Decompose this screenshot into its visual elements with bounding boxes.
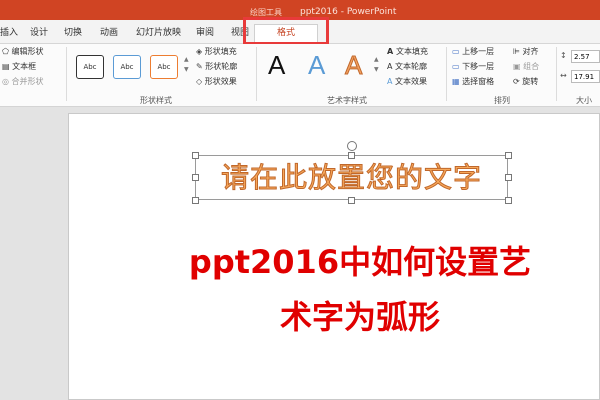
heading-line-1: ppt2016中如何设置艺	[188, 243, 532, 281]
width-icon: ↔	[560, 71, 567, 80]
scroll-down-icon[interactable]: ▼	[374, 66, 379, 73]
width-input[interactable]: 17.91	[571, 70, 600, 83]
bring-forward-button[interactable]: ▭ 上移一层	[452, 46, 494, 57]
arrange-group-label: 排列	[494, 96, 510, 105]
size-group-label: 大小	[576, 96, 592, 105]
text-fill-button[interactable]: A 文本填充	[387, 46, 428, 57]
tab-design[interactable]: 设计	[30, 25, 48, 38]
window-title: ppt2016 - PowerPoint	[300, 7, 397, 17]
text-box-icon: ▤	[2, 62, 13, 71]
resize-handle[interactable]	[505, 197, 512, 204]
text-box-button[interactable]: ▤ 文本框	[2, 61, 36, 72]
wordart-sample-blue[interactable]: A	[308, 50, 325, 81]
rotate-icon: ⟳	[513, 77, 523, 86]
merge-shapes-icon: ◎	[2, 77, 12, 86]
text-fill-icon: A	[387, 47, 396, 56]
scroll-up-icon[interactable]: ▲	[184, 56, 189, 63]
separator	[556, 47, 557, 101]
resize-handle[interactable]	[192, 197, 199, 204]
align-icon: ⊫	[513, 47, 523, 56]
merge-shapes-button[interactable]: ◎ 合并形状	[2, 76, 44, 87]
resize-handle[interactable]	[348, 197, 355, 204]
shape-effects-button[interactable]: ◇ 形状效果	[196, 76, 237, 87]
text-effects-button[interactable]: A 文本效果	[387, 76, 427, 87]
group-button[interactable]: ▣ 组合	[513, 61, 539, 72]
text-outline-button[interactable]: A 文本轮廓	[387, 61, 427, 72]
pencil-icon: ✎	[196, 62, 206, 71]
ribbon: ⬠ 编辑形状 ▤ 文本框 ◎ 合并形状 Abc Abc Abc ▲ ▼ ◈ 形状…	[0, 44, 600, 107]
selection-pane-icon: ▦	[452, 77, 463, 86]
rotate-button[interactable]: ⟳ 旋转	[513, 76, 538, 87]
scroll-up-icon[interactable]: ▲	[374, 56, 379, 63]
rotate-handle[interactable]	[347, 141, 357, 151]
separator	[256, 47, 257, 101]
separator	[66, 47, 67, 101]
effects-icon: ◇	[196, 77, 205, 86]
tab-animations[interactable]: 动画	[100, 25, 118, 38]
separator	[446, 47, 447, 101]
heading-line-2: 术字为弧形	[279, 298, 440, 336]
shape-style-thumb-1[interactable]: Abc	[76, 55, 104, 79]
tab-insert[interactable]: 插入	[0, 25, 18, 38]
text-effects-icon: A	[387, 77, 396, 86]
shape-style-thumb-2[interactable]: Abc	[113, 55, 141, 79]
wordart-placeholder-text[interactable]: 请在此放置您的文字	[195, 156, 508, 196]
align-button[interactable]: ⊫ 对齐	[513, 46, 539, 57]
selection-pane-button[interactable]: ▦ 选择窗格	[452, 76, 494, 87]
scroll-down-icon[interactable]: ▼	[184, 66, 189, 73]
tab-review[interactable]: 审阅	[196, 25, 214, 38]
wordart-styles-group-label: 艺术字样式	[327, 96, 367, 105]
edit-shape-button[interactable]: ⬠ 编辑形状	[2, 46, 44, 57]
format-tab-highlight	[243, 17, 329, 45]
shape-fill-button[interactable]: ◈ 形状填充	[196, 46, 237, 57]
text-outline-icon: A	[387, 62, 396, 71]
send-backward-button[interactable]: ▭ 下移一层	[452, 61, 494, 72]
shape-styles-group-label: 形状样式	[140, 96, 172, 105]
send-backward-icon: ▭	[452, 62, 463, 71]
wordart-sample-black[interactable]: A	[268, 50, 285, 81]
group-icon: ▣	[513, 62, 524, 71]
wordart-sample-orange[interactable]: A	[344, 50, 362, 81]
height-input[interactable]: 2.57	[571, 50, 600, 63]
height-icon: ↕	[560, 51, 567, 60]
bring-forward-icon: ▭	[452, 47, 463, 56]
tab-slideshow[interactable]: 幻灯片放映	[136, 25, 181, 38]
edit-shape-icon: ⬠	[2, 47, 12, 56]
shape-style-thumb-3[interactable]: Abc	[150, 55, 178, 79]
paint-bucket-icon: ◈	[196, 47, 205, 56]
shape-outline-button[interactable]: ✎ 形状轮廓	[196, 61, 237, 72]
tab-transitions[interactable]: 切换	[64, 25, 82, 38]
